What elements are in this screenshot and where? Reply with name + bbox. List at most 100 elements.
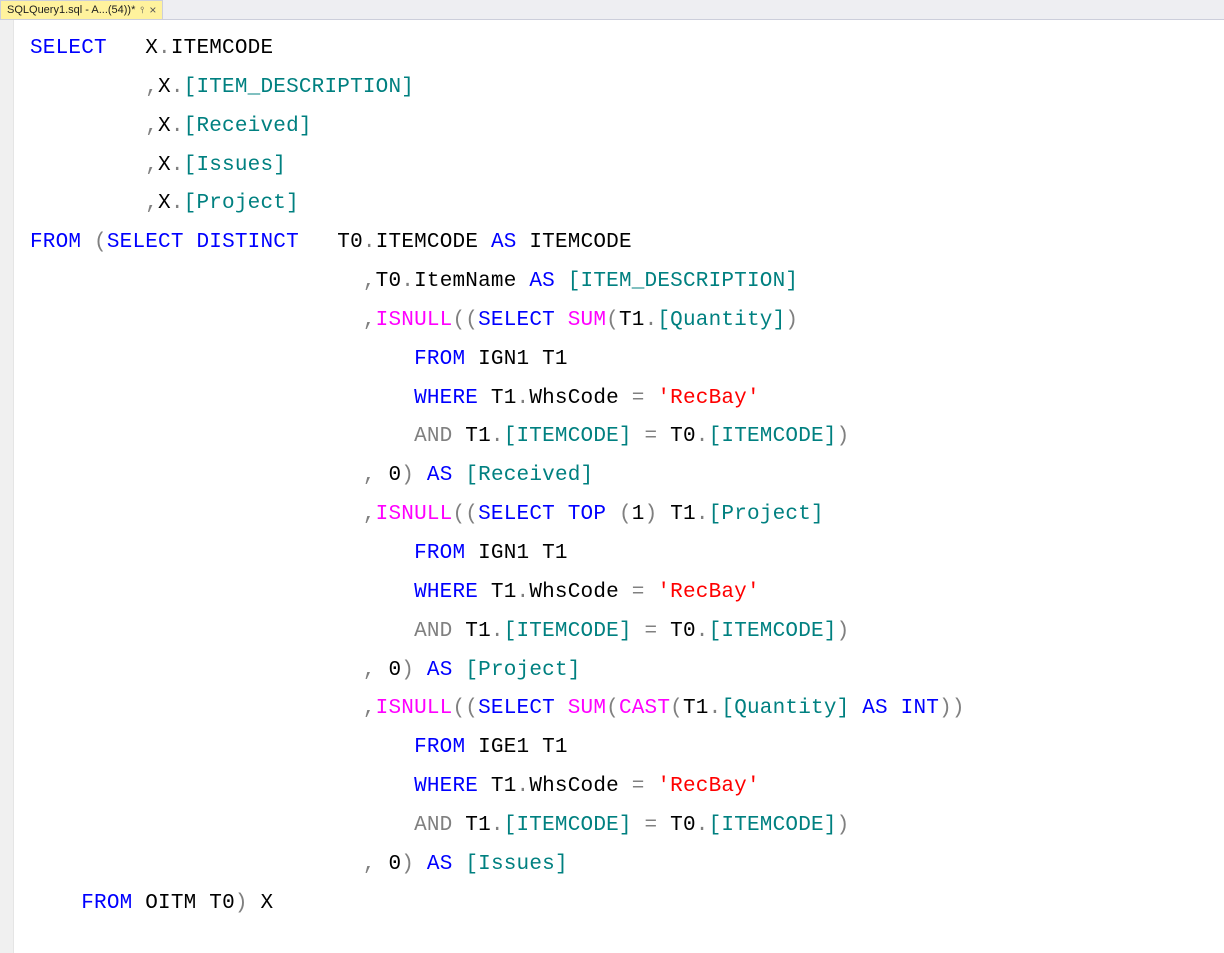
kw-select: SELECT	[30, 37, 107, 60]
id-itemcode: ITEMCODE	[529, 231, 631, 254]
str-recbay: 'RecBay'	[657, 387, 759, 410]
id-t0: T0	[209, 892, 235, 915]
br-project: [Project]	[709, 503, 824, 526]
kw-as: AS	[427, 659, 453, 682]
id-t1: T1	[619, 309, 645, 332]
fn-isnull: ISNULL	[376, 503, 453, 526]
br-received: [Received]	[465, 464, 593, 487]
punct-comma: ,	[363, 270, 376, 293]
tab-sqlquery1[interactable]: SQLQuery1.sql - A...(54))* ⫯ ×	[0, 0, 163, 19]
br-item-description: [ITEM_DESCRIPTION]	[568, 270, 798, 293]
punct-dot: .	[709, 697, 722, 720]
kw-and: AND	[414, 814, 452, 837]
id-x: X	[158, 192, 171, 215]
punct-rparen: )	[837, 814, 850, 837]
fn-cast: CAST	[619, 697, 670, 720]
sql-editor[interactable]: SELECT X.ITEMCODE ,X.[ITEM_DESCRIPTION] …	[14, 20, 1224, 953]
punct-rparen: )	[939, 697, 952, 720]
punct-dot: .	[517, 775, 530, 798]
punct-rparen: )	[837, 425, 850, 448]
id-t0: T0	[337, 231, 363, 254]
punct-comma: ,	[363, 464, 376, 487]
punct-dot: .	[491, 620, 504, 643]
punct-rparen: )	[837, 620, 850, 643]
br-itemcode: [ITEMCODE]	[504, 425, 632, 448]
kw-as: AS	[427, 464, 453, 487]
punct-lparen: (	[465, 309, 478, 332]
br-quantity: [Quantity]	[721, 697, 849, 720]
punct-dot: .	[696, 620, 709, 643]
punct-rparen: )	[401, 659, 414, 682]
kw-as: AS	[427, 853, 453, 876]
id-itemcode: ITEMCODE	[376, 231, 478, 254]
kw-select: SELECT	[478, 309, 555, 332]
br-issues: [Issues]	[465, 853, 567, 876]
punct-dot: .	[517, 581, 530, 604]
kw-from: FROM	[30, 231, 81, 254]
id-t0: T0	[670, 814, 696, 837]
op-eq: =	[645, 620, 658, 643]
punct-lparen: (	[606, 309, 619, 332]
punct-rparen: )	[645, 503, 658, 526]
punct-dot: .	[517, 387, 530, 410]
str-recbay: 'RecBay'	[657, 775, 759, 798]
punct-dot: .	[696, 814, 709, 837]
br-itemcode: [ITEMCODE]	[504, 814, 632, 837]
punct-dot: .	[171, 115, 184, 138]
lit-one: 1	[632, 503, 645, 526]
tab-label: SQLQuery1.sql - A...(54))*	[7, 4, 135, 16]
punct-lparen: (	[452, 309, 465, 332]
br-itemcode: [ITEMCODE]	[709, 620, 837, 643]
punct-dot: .	[491, 814, 504, 837]
punct-lparen: (	[619, 503, 632, 526]
punct-lparen: (	[465, 697, 478, 720]
kw-where: WHERE	[414, 775, 478, 798]
kw-select: SELECT	[478, 503, 555, 526]
fn-isnull: ISNULL	[376, 697, 453, 720]
id-oitm: OITM	[145, 892, 196, 915]
punct-rparen: )	[785, 309, 798, 332]
id-t1: T1	[491, 775, 517, 798]
kw-as: AS	[862, 697, 888, 720]
br-project: [Project]	[184, 192, 299, 215]
kw-from: FROM	[414, 736, 465, 759]
fn-sum: SUM	[568, 697, 606, 720]
op-eq: =	[632, 387, 645, 410]
op-eq: =	[632, 775, 645, 798]
str-recbay: 'RecBay'	[657, 581, 759, 604]
id-t1: T1	[465, 620, 491, 643]
id-t1: T1	[670, 503, 696, 526]
punct-dot: .	[171, 154, 184, 177]
id-x: X	[158, 115, 171, 138]
id-ige1: IGE1	[478, 736, 529, 759]
punct-lparen: (	[452, 503, 465, 526]
br-issues: [Issues]	[184, 154, 286, 177]
br-itemcode: [ITEMCODE]	[709, 425, 837, 448]
id-x: X	[158, 76, 171, 99]
id-ign1: IGN1	[478, 348, 529, 371]
lit-zero: 0	[388, 464, 401, 487]
pin-icon[interactable]: ⫯	[140, 5, 144, 16]
close-icon[interactable]: ×	[149, 4, 156, 16]
id-t0: T0	[670, 425, 696, 448]
punct-comma: ,	[363, 659, 376, 682]
punct-dot: .	[171, 192, 184, 215]
kw-select: SELECT	[107, 231, 184, 254]
kw-where: WHERE	[414, 581, 478, 604]
punct-lparen: (	[452, 697, 465, 720]
id-x: X	[145, 37, 158, 60]
punct-comma: ,	[145, 115, 158, 138]
punct-dot: .	[645, 309, 658, 332]
lit-zero: 0	[388, 659, 401, 682]
punct-comma: ,	[363, 697, 376, 720]
br-quantity: [Quantity]	[657, 309, 785, 332]
id-t0: T0	[670, 620, 696, 643]
kw-where: WHERE	[414, 387, 478, 410]
br-itemcode: [ITEMCODE]	[709, 814, 837, 837]
id-t1: T1	[683, 697, 709, 720]
punct-rparen: )	[401, 464, 414, 487]
kw-and: AND	[414, 425, 452, 448]
id-itemcode: ITEMCODE	[171, 37, 273, 60]
kw-from: FROM	[414, 542, 465, 565]
punct-comma: ,	[363, 309, 376, 332]
